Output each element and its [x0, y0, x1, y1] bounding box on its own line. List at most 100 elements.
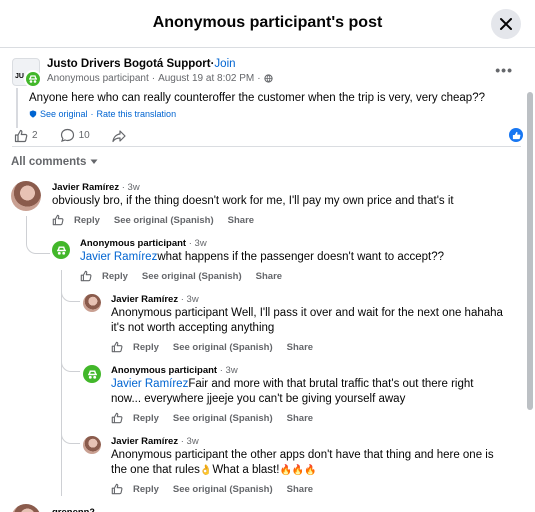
comment-text: Javier Ramírezwhat happens if the passen…: [80, 250, 444, 265]
post-scroll-area[interactable]: JU Justo Drivers Bogotá Support·Join Ano…: [0, 48, 535, 512]
author-name[interactable]: grenenn2: [52, 507, 95, 512]
separator: ·: [90, 109, 94, 119]
like-icon[interactable]: [111, 412, 123, 424]
thread-line: [26, 242, 50, 254]
join-link[interactable]: Join: [214, 58, 235, 70]
reply-button[interactable]: Reply: [133, 413, 159, 424]
comment-time[interactable]: 3w: [187, 436, 199, 447]
post-timestamp[interactable]: August 19 at 8:02 PM: [158, 73, 254, 84]
comment-text: Javier RamírezFair and more with that br…: [111, 377, 473, 406]
comment-author[interactable]: Anonymous participant · 3w: [111, 365, 238, 376]
like-icon[interactable]: [111, 341, 123, 353]
scrollbar[interactable]: [527, 92, 533, 410]
comment-body: the one that rules: [111, 463, 200, 476]
comment-time[interactable]: 3w: [195, 238, 207, 249]
avatar[interactable]: [52, 241, 70, 259]
post-body: Anyone here who can really counteroffer …: [16, 88, 496, 128]
separator: ·: [257, 73, 261, 84]
share-icon[interactable]: [112, 129, 126, 143]
comment-actions: Reply See original (Spanish) Share: [52, 214, 268, 226]
comment-time[interactable]: 3w: [226, 365, 238, 376]
fire-emoji: 🔥🔥🔥: [279, 464, 317, 476]
group-name-link[interactable]: Justo Drivers Bogotá Support: [47, 58, 211, 70]
comment-author[interactable]: Javier Ramírez · 3w: [111, 294, 199, 305]
like-icon: [512, 131, 520, 139]
separator: ·: [180, 436, 184, 447]
avatar[interactable]: [83, 365, 101, 383]
avatar[interactable]: [83, 294, 101, 312]
thread-line: [26, 216, 27, 242]
share-button[interactable]: Share: [287, 484, 313, 495]
comment-author[interactable]: grenenn2: [52, 507, 95, 512]
translate-icon: [29, 110, 37, 118]
comment-sort-dropdown[interactable]: All comments: [11, 156, 98, 168]
comment-author[interactable]: Javier Ramírez · 3w: [52, 182, 140, 193]
like-icon[interactable]: [111, 483, 123, 495]
comment-icon[interactable]: [60, 128, 75, 143]
separator: ·: [219, 365, 223, 376]
comment-author[interactable]: Javier Ramírez · 3w: [111, 436, 199, 447]
comment-author[interactable]: Anonymous participant · 3w: [80, 238, 207, 249]
share-button[interactable]: Share: [287, 342, 313, 353]
comment-text: obviously bro, if the thing doesn't work…: [52, 195, 454, 207]
thread-line: [61, 270, 62, 496]
see-original-button[interactable]: See original (Spanish): [173, 413, 273, 424]
thread-line: [61, 428, 80, 444]
see-original-button[interactable]: See original (Spanish): [142, 271, 242, 282]
see-original-button[interactable]: See original (Spanish): [173, 484, 273, 495]
group-name-row: Justo Drivers Bogotá Support·Join: [47, 58, 236, 70]
comment-actions: Reply See original (Spanish) Share: [111, 483, 327, 495]
post-author[interactable]: Anonymous participant: [47, 73, 149, 84]
share-button[interactable]: Share: [228, 215, 254, 226]
share-button[interactable]: Share: [287, 413, 313, 424]
reply-button[interactable]: Reply: [102, 271, 128, 282]
author-name[interactable]: Anonymous participant: [80, 238, 186, 249]
mention-link[interactable]: Javier Ramírez: [111, 378, 188, 390]
share-button[interactable]: Share: [256, 271, 282, 282]
anonymous-avatar: [24, 70, 42, 88]
like-icon[interactable]: [14, 129, 28, 143]
dialog-title: Anonymous participant's post: [152, 14, 383, 31]
rate-translation-link[interactable]: Rate this translation: [97, 109, 177, 119]
author-name[interactable]: Anonymous participant: [111, 365, 217, 376]
thread-line: [61, 356, 80, 372]
anonymous-icon: [29, 75, 37, 83]
comment-line: Anonymous participant the other apps don…: [111, 449, 494, 461]
comment-text: Anonymous participant Well, I'll pass it…: [111, 306, 503, 335]
comment-time[interactable]: 3w: [128, 182, 140, 193]
comment-count[interactable]: 10: [79, 130, 90, 141]
like-count[interactable]: 2: [32, 130, 38, 141]
avatar[interactable]: [11, 181, 41, 211]
see-original-link[interactable]: See original: [40, 109, 88, 119]
comment-actions: Reply See original (Spanish) Share: [80, 270, 296, 282]
see-original-button[interactable]: See original (Spanish): [173, 342, 273, 353]
mention-link[interactable]: Javier Ramírez: [80, 251, 157, 263]
author-name[interactable]: Javier Ramírez: [111, 294, 178, 305]
more-options-button[interactable]: •••: [495, 62, 513, 78]
separator: ·: [180, 294, 184, 305]
comment-actions: Reply See original (Spanish) Share: [111, 412, 327, 424]
reply-button[interactable]: Reply: [133, 484, 159, 495]
close-button[interactable]: [491, 9, 521, 39]
avatar[interactable]: [11, 504, 41, 512]
anonymous-icon: [87, 369, 97, 379]
separator: ·: [188, 238, 192, 249]
reply-button[interactable]: Reply: [74, 215, 100, 226]
like-reaction-badge[interactable]: [509, 128, 523, 142]
chevron-down-icon: [90, 159, 98, 164]
avatar[interactable]: [83, 436, 101, 454]
post-meta: Anonymous participant · August 19 at 8:0…: [47, 73, 273, 84]
like-icon[interactable]: [80, 270, 92, 282]
see-original-button[interactable]: See original (Spanish): [114, 215, 214, 226]
comment-time[interactable]: 3w: [187, 294, 199, 305]
author-name[interactable]: Javier Ramírez: [111, 436, 178, 447]
like-icon[interactable]: [52, 214, 64, 226]
anonymous-icon: [56, 245, 66, 255]
comment-line: the one that rules👌What a blast!🔥🔥🔥: [111, 463, 494, 479]
comment-line: Anonymous participant Well, I'll pass it…: [111, 307, 503, 319]
author-name[interactable]: Javier Ramírez: [52, 182, 119, 193]
close-icon: [500, 18, 512, 30]
reply-button[interactable]: Reply: [133, 342, 159, 353]
globe-icon: [263, 74, 273, 83]
comment-body: What a blast!: [212, 463, 280, 476]
